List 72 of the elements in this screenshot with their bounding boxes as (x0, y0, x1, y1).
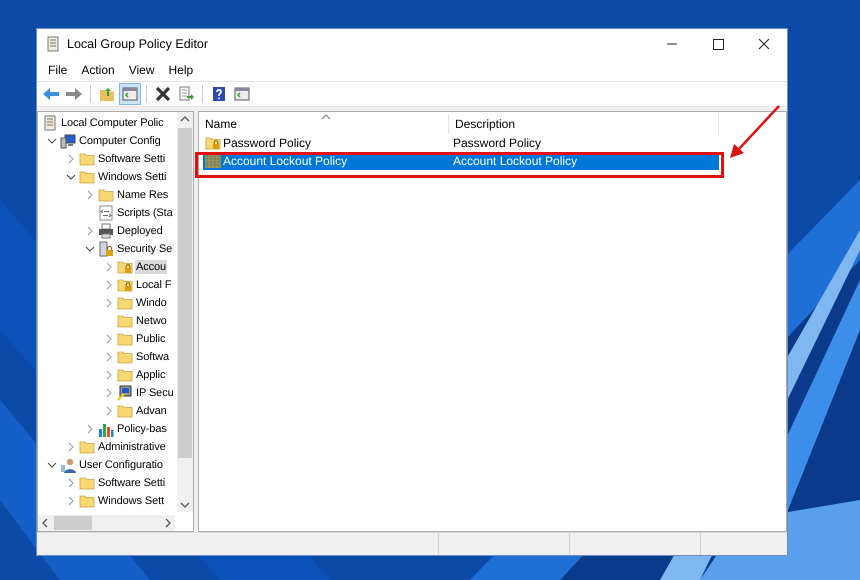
scrollbar[interactable] (177, 112, 193, 512)
printer-icon (98, 223, 114, 239)
tree-item[interactable]: IP Secu (135, 386, 175, 400)
computer-key-icon (117, 385, 133, 401)
bar-chart-icon (98, 421, 114, 437)
folder-icon (98, 187, 114, 203)
folder-up-icon (99, 86, 115, 102)
tree-item[interactable]: Software Setti (97, 476, 166, 490)
tree-item[interactable]: Windows Setti (97, 170, 168, 184)
folder-icon (79, 439, 95, 455)
list-cell: Account Lockout Policy (453, 154, 578, 168)
list-cell: Password Policy (453, 136, 542, 150)
tree-item[interactable]: Scripts (Sta (116, 206, 174, 220)
folder-icon (79, 169, 95, 185)
folder-icon (117, 349, 133, 365)
tree-item[interactable]: Softwa (135, 350, 170, 364)
tree-item[interactable]: Software Setti (97, 152, 166, 166)
folder-icon (117, 295, 133, 311)
tree-item[interactable]: Advan (135, 404, 168, 418)
tree-item[interactable]: Name Res (116, 188, 170, 202)
annotation-arrow (730, 105, 780, 158)
delete-icon (155, 86, 171, 102)
folder-icon (117, 403, 133, 419)
scroll-icon (42, 115, 58, 131)
tree-item[interactable]: Public (135, 332, 166, 346)
column-header[interactable]: Name (199, 114, 449, 134)
menu-item[interactable]: Help (162, 61, 200, 79)
forward-arrow-icon (65, 86, 83, 102)
tree-item[interactable]: Administrative (97, 440, 167, 454)
server-lock-icon (98, 241, 114, 257)
tree-item[interactable]: Windows Sett (97, 494, 166, 508)
panel-icon (234, 86, 250, 102)
folder-icon (79, 493, 95, 509)
tree-item[interactable]: Netwo (135, 314, 168, 328)
folder-icon (117, 313, 133, 329)
tree-item[interactable]: Windo (135, 296, 168, 310)
policy-icon (205, 153, 221, 169)
list-row[interactable]: Password Policy Password Policy (203, 134, 719, 152)
sort-caret-icon (321, 114, 331, 120)
column-header[interactable]: Description (449, 114, 719, 134)
tree-item[interactable]: Policy-bas (116, 422, 168, 436)
toolbar-button[interactable] (119, 83, 141, 105)
folder-icon (117, 331, 133, 347)
tree-item[interactable]: Computer Config (78, 134, 162, 148)
tree-item[interactable]: Applic (135, 368, 166, 382)
back-arrow-icon (42, 86, 60, 102)
tree-item[interactable]: Security Se (116, 242, 174, 256)
tree-item[interactable]: Local Computer Polic (60, 116, 165, 130)
tree-item[interactable]: Deployed (116, 224, 164, 238)
scrollbar[interactable] (38, 515, 175, 531)
panel-icon (122, 86, 138, 102)
folder-icon (79, 475, 95, 491)
folder-icon (79, 151, 95, 167)
list-cell: Password Policy (223, 136, 312, 150)
folder-icon (117, 367, 133, 383)
menu-item[interactable]: Action (74, 61, 122, 79)
locked-folder-icon (117, 259, 133, 275)
tree-item[interactable]: User Configuratio (78, 458, 164, 472)
locked-folder-icon (117, 277, 133, 293)
menu-item[interactable]: File (41, 61, 74, 79)
menu-item[interactable]: View (122, 61, 162, 79)
export-list-icon (178, 86, 194, 102)
computer-icon (60, 133, 76, 149)
locked-folder-icon (205, 135, 221, 151)
list-cell: Account Lockout Policy (223, 154, 348, 168)
tree-item[interactable]: Accou (135, 260, 168, 274)
script-icon (98, 205, 114, 221)
window-title: Local Group Policy Editor (67, 37, 210, 51)
scroll-icon (45, 36, 61, 52)
user-icon (60, 457, 76, 473)
tree-item[interactable]: Local F (135, 278, 172, 292)
help-icon (211, 86, 227, 102)
